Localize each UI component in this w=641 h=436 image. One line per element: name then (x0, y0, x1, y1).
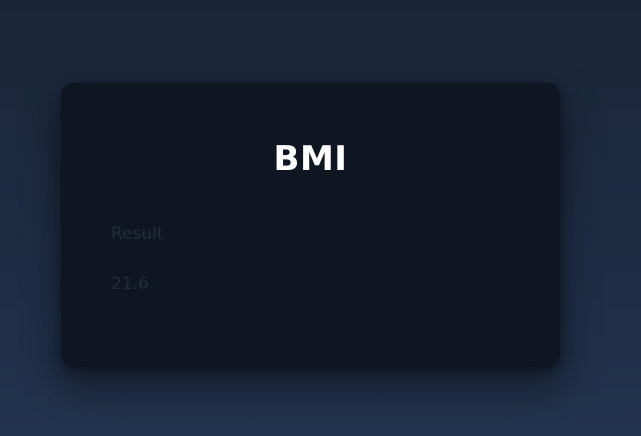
bmi-card: BMI Result 21.6 (61, 83, 560, 367)
result-label: Result (111, 224, 164, 244)
result-value: 21.6 (111, 274, 149, 294)
card-title: BMI (273, 139, 348, 179)
page-background: { "card": { "title": "BMI", "result_labe… (0, 0, 641, 436)
